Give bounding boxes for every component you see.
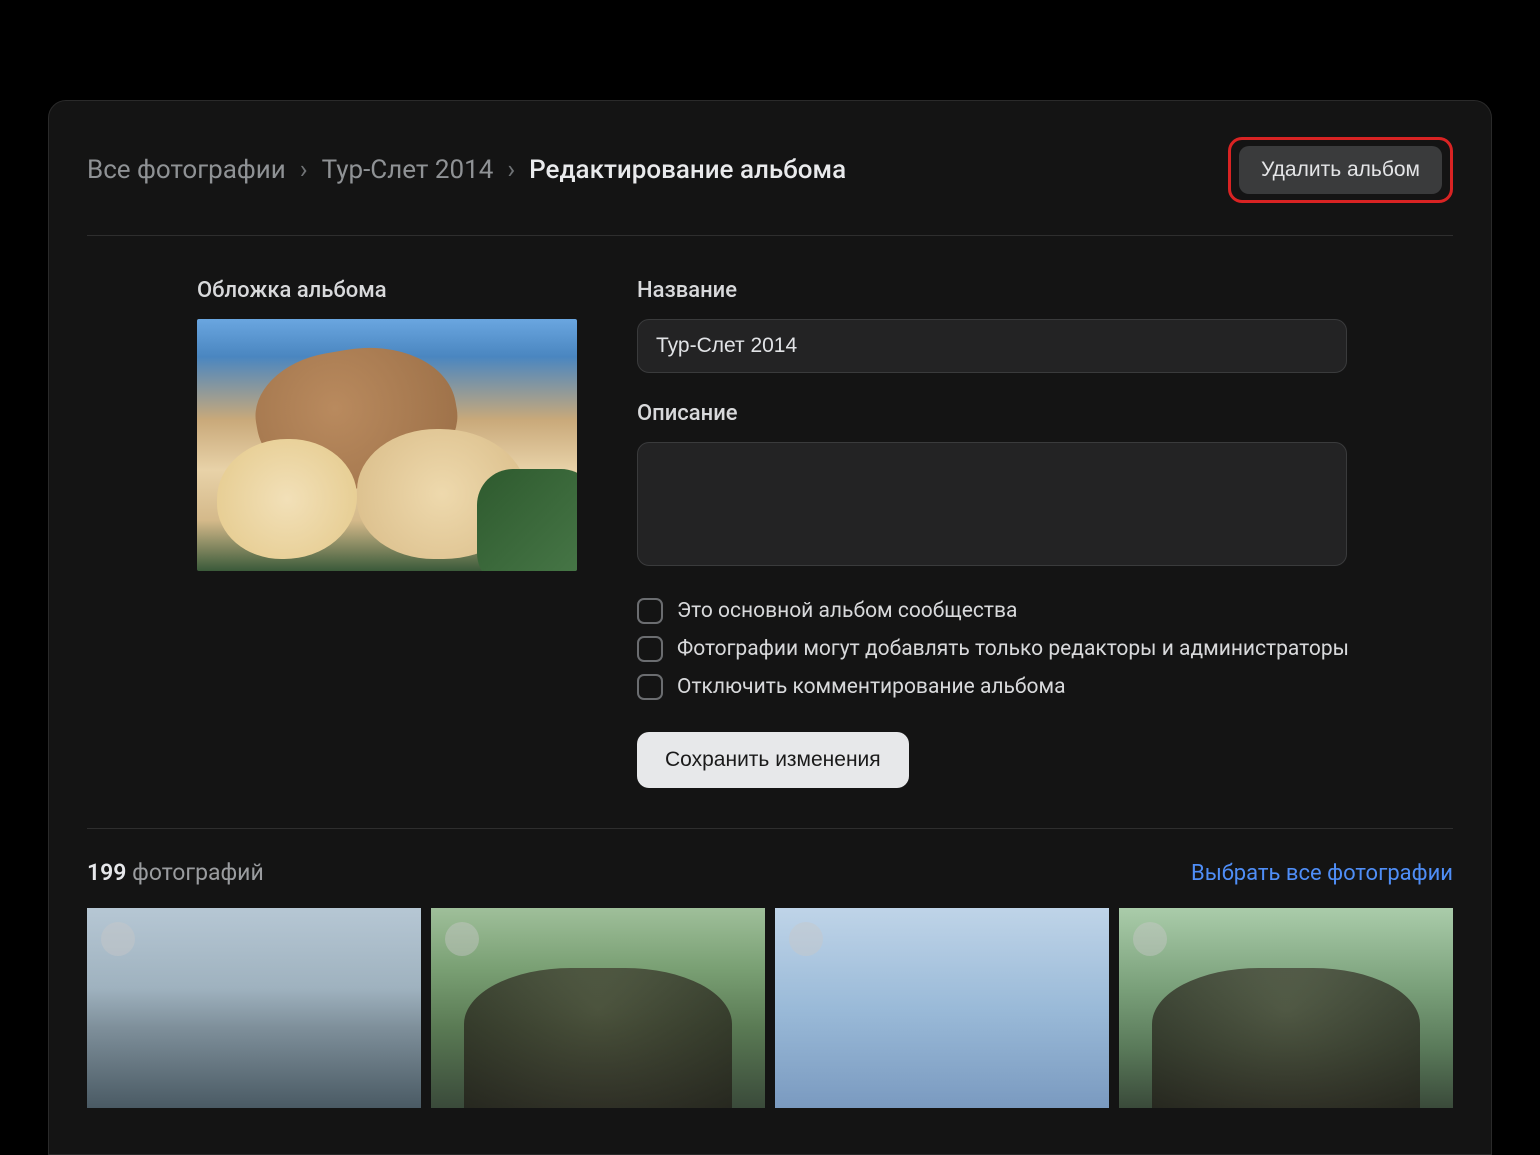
checkbox-icon bbox=[637, 636, 663, 662]
photo-thumbnail[interactable] bbox=[431, 908, 765, 1108]
select-circle-icon[interactable] bbox=[1133, 922, 1167, 956]
photo-thumbnail[interactable] bbox=[775, 908, 1109, 1108]
album-edit-panel: Все фотографии › Тур-Слет 2014 › Редакти… bbox=[48, 100, 1492, 1155]
checkbox-icon bbox=[637, 598, 663, 624]
checkbox-label: Это основной альбом сообщества bbox=[677, 599, 1017, 623]
select-circle-icon[interactable] bbox=[445, 922, 479, 956]
cover-column: Обложка альбома bbox=[197, 278, 577, 788]
edit-body: Обложка альбома Название Описание bbox=[87, 236, 1453, 829]
select-all-link[interactable]: Выбрать все фотографии bbox=[1191, 861, 1453, 886]
description-textarea[interactable] bbox=[637, 442, 1347, 566]
chevron-right-icon: › bbox=[507, 155, 515, 185]
chevron-right-icon: › bbox=[300, 155, 308, 185]
photo-count-number: 199 bbox=[87, 859, 126, 886]
description-label: Описание bbox=[637, 401, 1453, 426]
photo-count: 199 фотографий bbox=[87, 859, 264, 886]
photo-grid bbox=[87, 908, 1453, 1108]
select-circle-icon[interactable] bbox=[789, 922, 823, 956]
photo-thumbnail[interactable] bbox=[87, 908, 421, 1108]
checkbox-disable-comments[interactable]: Отключить комментирование альбома bbox=[637, 674, 1453, 700]
checkbox-label: Отключить комментирование альбома bbox=[677, 675, 1066, 699]
delete-album-button[interactable]: Удалить альбом bbox=[1239, 146, 1442, 194]
checkbox-label: Фотографии могут добавлять только редакт… bbox=[677, 637, 1349, 661]
title-label: Название bbox=[637, 278, 1453, 303]
breadcrumb-album-link[interactable]: Тур-Слет 2014 bbox=[322, 155, 494, 185]
checkbox-icon bbox=[637, 674, 663, 700]
photos-footer: 199 фотографий Выбрать все фотографии bbox=[87, 829, 1453, 908]
checkbox-group: Это основной альбом сообщества Фотографи… bbox=[637, 598, 1453, 700]
breadcrumb-root-link[interactable]: Все фотографии bbox=[87, 155, 286, 185]
delete-button-highlight: Удалить альбом bbox=[1228, 137, 1453, 203]
title-input[interactable] bbox=[637, 319, 1347, 373]
album-cover-image[interactable] bbox=[197, 319, 577, 571]
select-circle-icon[interactable] bbox=[101, 922, 135, 956]
breadcrumb: Все фотографии › Тур-Слет 2014 › Редакти… bbox=[87, 155, 846, 185]
photo-thumbnail[interactable] bbox=[1119, 908, 1453, 1108]
checkbox-editors-only[interactable]: Фотографии могут добавлять только редакт… bbox=[637, 636, 1453, 662]
breadcrumb-current: Редактирование альбома bbox=[529, 155, 846, 185]
checkbox-main-album[interactable]: Это основной альбом сообщества bbox=[637, 598, 1453, 624]
save-button[interactable]: Сохранить изменения bbox=[637, 732, 909, 788]
form-column: Название Описание Это основной альбом со… bbox=[637, 278, 1453, 788]
header-row: Все фотографии › Тур-Слет 2014 › Редакти… bbox=[87, 137, 1453, 236]
cover-label: Обложка альбома bbox=[197, 278, 577, 303]
photo-count-suffix: фотографий bbox=[132, 859, 264, 886]
